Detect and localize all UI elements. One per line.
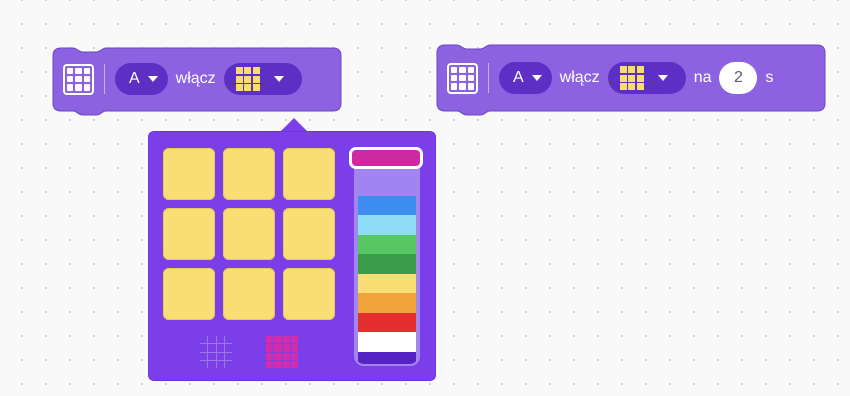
- port-dropdown[interactable]: A: [499, 62, 552, 94]
- turn-on-label: włącz: [559, 69, 600, 86]
- turn-on-label: włącz: [175, 70, 216, 87]
- color-swatch[interactable]: [358, 293, 416, 313]
- port-dropdown[interactable]: A: [115, 63, 168, 95]
- block-divider: [488, 63, 489, 93]
- pixel-cell[interactable]: [223, 208, 275, 260]
- light-matrix-block-1[interactable]: A włącz: [52, 47, 342, 120]
- matrix-pattern-dropdown[interactable]: [607, 62, 686, 94]
- color-swatch[interactable]: [358, 234, 416, 254]
- color-swatch[interactable]: [358, 215, 416, 235]
- chevron-down-icon: [657, 75, 668, 81]
- chevron-down-icon: [531, 75, 542, 81]
- color-swatch[interactable]: [358, 351, 416, 364]
- matrix-pattern-dropdown[interactable]: [223, 63, 302, 95]
- duration-input[interactable]: 2: [719, 62, 758, 94]
- duration-label: na: [693, 69, 712, 86]
- dropdown-pointer: [280, 118, 308, 132]
- pixel-cell[interactable]: [283, 208, 335, 260]
- port-label: A: [129, 70, 140, 87]
- chevron-down-icon: [147, 76, 158, 82]
- matrix-preview-icon: [619, 66, 644, 90]
- chevron-down-icon: [273, 76, 284, 82]
- pixel-cell[interactable]: [163, 268, 215, 320]
- light-matrix-block-2[interactable]: A włącz na 2 s: [436, 44, 827, 117]
- color-palette: [354, 150, 420, 366]
- color-swatch[interactable]: [358, 195, 416, 215]
- color-swatch[interactable]: [358, 273, 416, 293]
- pixel-grid: [163, 148, 337, 322]
- pixel-cell[interactable]: [163, 208, 215, 260]
- color-swatch[interactable]: [358, 332, 416, 352]
- grid-off-icon[interactable]: [200, 336, 232, 368]
- port-label: A: [513, 69, 524, 86]
- pixel-cell[interactable]: [163, 148, 215, 200]
- hub-matrix-icon: [63, 63, 94, 95]
- color-swatch[interactable]: [358, 312, 416, 332]
- pixel-cell[interactable]: [283, 268, 335, 320]
- color-swatch[interactable]: [358, 176, 416, 196]
- pixel-cell[interactable]: [223, 148, 275, 200]
- selected-color-swatch[interactable]: [349, 147, 423, 169]
- pixel-cell[interactable]: [223, 268, 275, 320]
- block-divider: [104, 64, 105, 94]
- unit-label: s: [765, 69, 774, 86]
- color-swatch[interactable]: [358, 254, 416, 274]
- pixel-cell[interactable]: [283, 148, 335, 200]
- matrix-editor-popup: [149, 132, 435, 380]
- grid-on-icon[interactable]: [266, 336, 298, 368]
- hub-matrix-icon: [447, 62, 478, 94]
- matrix-preview-icon: [235, 67, 260, 91]
